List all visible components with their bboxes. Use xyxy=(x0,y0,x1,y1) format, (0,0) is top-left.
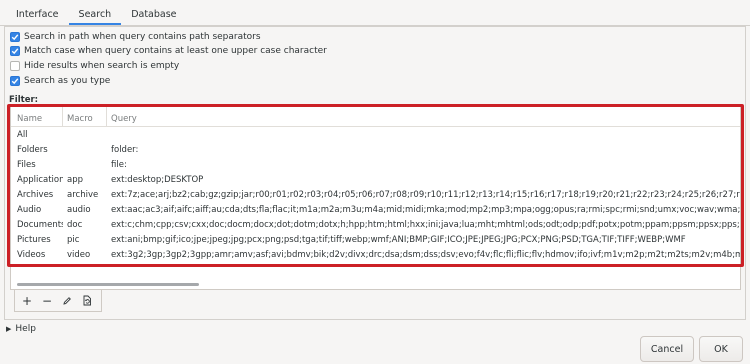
table-row[interactable]: Archives archive ext:7z;ace;arj;bz2;cab;… xyxy=(11,188,740,203)
table-row[interactable]: Videos video ext:3g2;3gp;3gp2;3gpp;amr;a… xyxy=(11,248,740,263)
cell-name: Archives xyxy=(17,190,54,200)
cell-name: Documents xyxy=(17,220,63,230)
tab-interface[interactable]: Interface xyxy=(6,4,69,25)
cell-query: ext:c;chm;cpp;csv;cxx;doc;docm;docx;dot;… xyxy=(111,220,740,230)
help-expander[interactable]: ▶ Help xyxy=(6,324,36,334)
search-settings-panel: Search in path when query contains path … xyxy=(4,26,746,320)
option-label: Hide results when search is empty xyxy=(24,60,180,71)
cell-macro: audio xyxy=(67,205,91,215)
table-row[interactable]: Folders folder: xyxy=(11,143,740,158)
cell-query: ext:ani;bmp;gif;ico;jpe;jpeg;jpg;pcx;png… xyxy=(111,235,686,245)
cell-macro: pic xyxy=(67,235,80,245)
checkbox-checked-icon[interactable] xyxy=(10,45,20,56)
cell-query: file: xyxy=(111,160,127,170)
table-row[interactable]: All xyxy=(11,128,740,143)
filter-label: Filter: xyxy=(9,95,39,105)
table-header: Name Macro Query xyxy=(11,107,740,127)
add-filter-button[interactable]: + xyxy=(17,291,37,311)
plus-icon: + xyxy=(21,293,33,308)
horizontal-scrollbar[interactable] xyxy=(17,283,199,286)
cell-name: Videos xyxy=(17,250,46,260)
cell-query: ext:desktop;DESKTOP xyxy=(111,175,204,185)
ok-button[interactable]: OK xyxy=(699,336,743,362)
cell-name: Folders xyxy=(17,145,48,155)
filter-table: Name Macro Query All Folders folder: Fil… xyxy=(10,106,741,290)
option-hide-results[interactable]: Hide results when search is empty xyxy=(10,59,179,72)
cell-query: ext:7z;ace;arj;bz2;cab;gz;gzip;jar;r00;r… xyxy=(111,190,740,200)
cell-macro: doc xyxy=(67,220,83,230)
cell-name: Audio xyxy=(17,205,42,215)
cancel-button[interactable]: Cancel xyxy=(640,336,694,362)
document-restore-icon xyxy=(83,295,91,306)
cell-name: Applications xyxy=(17,175,63,185)
cell-query: folder: xyxy=(111,145,139,155)
edit-filter-button[interactable] xyxy=(57,291,77,311)
cell-query: ext:3g2;3gp;3gp2;3gpp;amr;amv;asf;avi;bd… xyxy=(111,250,740,260)
restore-defaults-button[interactable] xyxy=(77,291,97,311)
cell-macro xyxy=(63,143,107,158)
cell-query: ext:aac;ac3;aif;aifc;aiff;au;cda;dts;fla… xyxy=(111,205,740,215)
cell-query xyxy=(107,128,740,143)
minus-icon: − xyxy=(41,293,53,308)
table-row[interactable]: Files file: xyxy=(11,158,740,173)
tab-database[interactable]: Database xyxy=(121,4,186,25)
option-label: Match case when query contains at least … xyxy=(24,45,327,56)
pencil-icon xyxy=(63,296,71,305)
help-label: Help xyxy=(15,324,36,334)
checkbox-unchecked-icon[interactable] xyxy=(10,60,20,71)
column-header-name[interactable]: Name xyxy=(11,107,63,127)
option-label: Search in path when query contains path … xyxy=(24,31,261,42)
cell-macro xyxy=(63,158,107,173)
cell-macro: archive xyxy=(67,190,99,200)
triangle-right-icon: ▶ xyxy=(6,325,12,333)
column-header-macro[interactable]: Macro xyxy=(63,107,107,127)
option-match-case[interactable]: Match case when query contains at least … xyxy=(10,44,327,57)
table-row[interactable]: Audio audio ext:aac;ac3;aif;aifc;aiff;au… xyxy=(11,203,740,218)
cell-macro: video xyxy=(67,250,91,260)
remove-filter-button[interactable]: − xyxy=(37,291,57,311)
option-search-in-path[interactable]: Search in path when query contains path … xyxy=(10,30,261,43)
cell-name: All xyxy=(17,130,28,140)
table-row[interactable]: Documents doc ext:c;chm;cpp;csv;cxx;doc;… xyxy=(11,218,740,233)
cell-name: Files xyxy=(17,160,36,170)
checkbox-checked-icon[interactable] xyxy=(10,31,20,42)
checkbox-checked-icon[interactable] xyxy=(10,75,20,86)
option-label: Search as you type xyxy=(24,75,111,86)
filter-toolbar: + − xyxy=(14,290,102,312)
cell-macro: app xyxy=(67,175,83,185)
table-row[interactable]: Applications app ext:desktop;DESKTOP xyxy=(11,173,740,188)
column-header-query[interactable]: Query xyxy=(107,107,740,127)
cell-macro xyxy=(63,128,107,143)
table-row[interactable]: Pictures pic ext:ani;bmp;gif;ico;jpe;jpe… xyxy=(11,233,740,248)
cell-name: Pictures xyxy=(17,235,51,245)
tab-bar: Interface Search Database xyxy=(6,4,187,25)
tab-search[interactable]: Search xyxy=(68,4,122,25)
option-search-as-you-type[interactable]: Search as you type xyxy=(10,74,110,87)
table-body: All Folders folder: Files file: Applicat… xyxy=(11,128,740,263)
